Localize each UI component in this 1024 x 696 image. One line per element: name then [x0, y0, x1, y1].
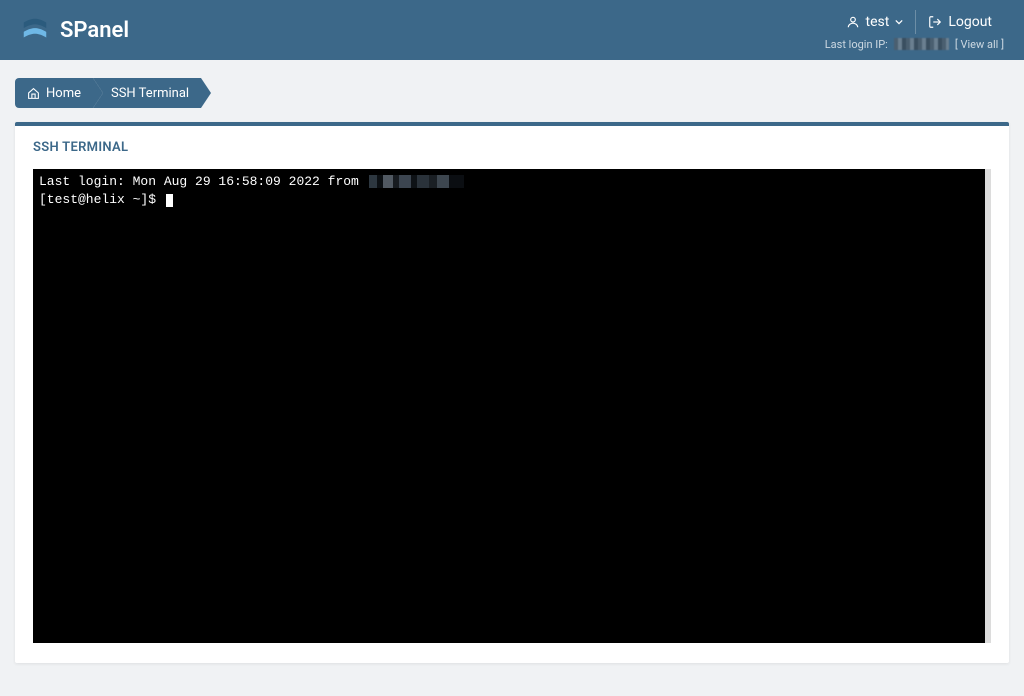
ssh-terminal-panel: SSH TERMINAL Last login: Mon Aug 29 16:5… [15, 122, 1009, 663]
logout-icon [928, 15, 942, 29]
last-login-prefix: Last login IP: [825, 38, 888, 51]
logout-label: Logout [948, 14, 992, 30]
panel-title: SSH TERMINAL [15, 126, 1009, 169]
spanel-logo-icon [20, 15, 50, 45]
terminal-prompt: [test@helix ~]$ [39, 192, 164, 207]
view-all-link[interactable]: [ View all ] [955, 38, 1004, 51]
breadcrumb: Home SSH Terminal [15, 78, 1009, 108]
user-label: test [866, 14, 890, 30]
breadcrumb-home[interactable]: Home [15, 78, 93, 108]
terminal-line-last-login: Last login: Mon Aug 29 16:58:09 2022 fro… [39, 173, 979, 191]
terminal-last-login-text: Last login: Mon Aug 29 16:58:09 2022 fro… [39, 173, 367, 191]
header-actions: test Logout [834, 10, 1004, 34]
terminal-prompt-line: [test@helix ~]$ [39, 191, 979, 209]
terminal[interactable]: Last login: Mon Aug 29 16:58:09 2022 fro… [33, 169, 991, 643]
breadcrumb-container: Home SSH Terminal [0, 60, 1024, 122]
app-header: SPanel test Logout Last login IP: [0, 0, 1024, 60]
breadcrumb-current-label: SSH Terminal [111, 86, 189, 101]
breadcrumb-current[interactable]: SSH Terminal [93, 78, 201, 108]
last-login-ip-redacted [894, 38, 949, 50]
terminal-wrap: Last login: Mon Aug 29 16:58:09 2022 fro… [15, 169, 1009, 663]
brand-name: SPanel [60, 18, 129, 43]
last-login-info: Last login IP: [ View all ] [825, 38, 1004, 51]
terminal-cursor [166, 194, 173, 207]
user-menu-button[interactable]: test [834, 10, 917, 34]
home-icon [27, 87, 40, 100]
breadcrumb-home-label: Home [46, 86, 81, 101]
brand-area[interactable]: SPanel [20, 15, 129, 45]
logout-button[interactable]: Logout [916, 10, 1004, 34]
user-icon [846, 15, 860, 29]
chevron-down-icon [895, 18, 903, 26]
terminal-ip-redacted [369, 175, 464, 188]
header-right: test Logout Last login IP: [ View all ] [825, 10, 1004, 51]
